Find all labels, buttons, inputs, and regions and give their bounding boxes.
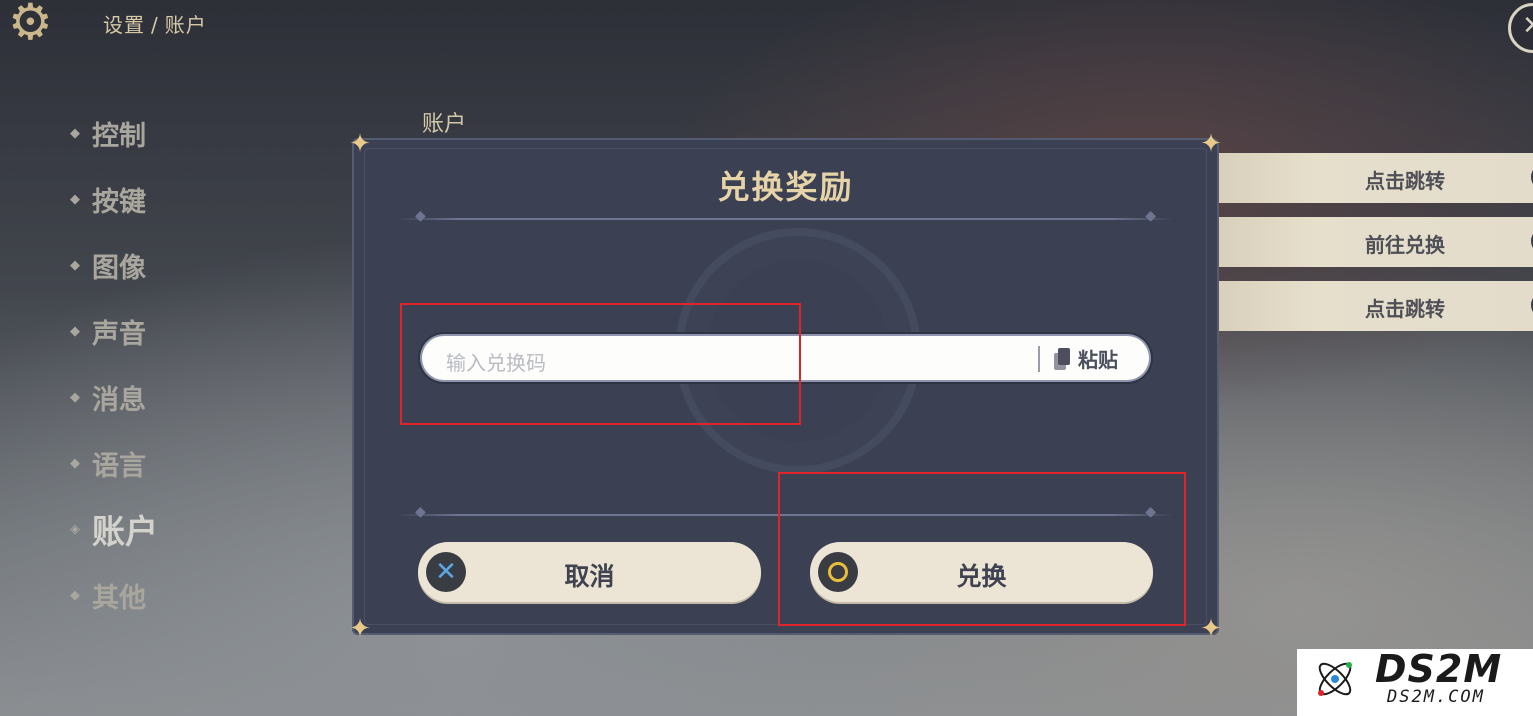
sidebar-item-label: 消息 — [92, 384, 146, 416]
highlight-box-input — [400, 303, 801, 425]
corner-ornament-icon: ✦ — [1200, 614, 1222, 644]
breadcrumb-current: 账户 — [164, 13, 207, 37]
close-icon: ✕ — [1522, 11, 1533, 41]
sidebar-item-label: 账户 — [92, 512, 158, 551]
sidebar-item-account[interactable]: ◈ 账户 — [70, 496, 158, 562]
breadcrumb-root[interactable]: 设置 — [103, 13, 145, 37]
sidebar-item-label: 图像 — [92, 252, 146, 284]
diamond-bullet-icon: ◆ — [70, 257, 80, 273]
divider — [397, 208, 1174, 224]
watermark-domain: DS2M.COM — [1387, 687, 1485, 707]
sidebar-item-label: 语言 — [92, 450, 146, 482]
corner-ornament-icon: ✦ — [1200, 129, 1222, 159]
clipboard-icon — [1054, 347, 1070, 370]
row-action-label: 前往兑换 — [1365, 233, 1445, 257]
paste-button[interactable]: 粘贴 — [1054, 344, 1118, 373]
cancel-label: 取消 — [564, 562, 615, 591]
diamond-bullet-icon: ◈ — [70, 521, 80, 537]
dialog-title: 兑换奖励 — [717, 168, 854, 206]
paste-label: 粘贴 — [1078, 348, 1118, 372]
sidebar-item-messages[interactable]: ◆ 消息 — [70, 364, 158, 430]
diamond-bullet-icon: ◆ — [70, 191, 80, 207]
sidebar-item-keybinds[interactable]: ◆ 按键 — [70, 166, 158, 232]
breadcrumb-separator: / — [151, 13, 159, 37]
diamond-bullet-icon: ◆ — [70, 587, 80, 603]
diamond-bullet-icon: ◆ — [70, 389, 80, 405]
sidebar-item-label: 按键 — [92, 186, 146, 218]
settings-sidebar: ◆ 控制 ◆ 按键 ◆ 图像 ◆ 声音 ◆ 消息 ◆ 语言 ◈ 账户 ◆ 其他 — [70, 100, 158, 628]
highlight-box-redeem — [778, 472, 1186, 626]
corner-ornament-icon: ✦ — [349, 614, 371, 644]
sidebar-item-label: 声音 — [92, 318, 146, 350]
account-row-redeem[interactable]: 前往兑换 — [1215, 217, 1533, 267]
section-title: 账户 — [422, 112, 467, 137]
row-action-label: 点击跳转 — [1365, 169, 1445, 193]
settings-gear-icon: ⚙ — [8, 0, 53, 51]
breadcrumb: 设置 / 账户 — [103, 9, 207, 38]
sidebar-item-other[interactable]: ◆ 其他 — [70, 562, 158, 628]
row-action-label: 点击跳转 — [1365, 297, 1445, 321]
diamond-bullet-icon: ◆ — [70, 455, 80, 471]
diamond-bullet-icon: ◆ — [70, 125, 80, 141]
account-row-link[interactable]: 点击跳转 — [1215, 281, 1533, 331]
site-watermark: DS2M DS2M.COM — [1297, 647, 1533, 716]
sidebar-item-controls[interactable]: ◆ 控制 — [70, 100, 158, 166]
sidebar-item-graphics[interactable]: ◆ 图像 — [70, 232, 158, 298]
sidebar-item-language[interactable]: ◆ 语言 — [70, 430, 158, 496]
corner-ornament-icon: ✦ — [349, 129, 371, 159]
watermark-brand: DS2M — [1375, 647, 1503, 691]
atom-logo-icon — [1318, 662, 1352, 696]
cancel-button[interactable]: ✕ 取消 — [418, 542, 761, 602]
sidebar-item-audio[interactable]: ◆ 声音 — [70, 298, 158, 364]
account-row-link[interactable]: 点击跳转 — [1215, 153, 1533, 203]
input-separator — [1038, 346, 1040, 372]
diamond-bullet-icon: ◆ — [70, 323, 80, 339]
sidebar-item-label: 控制 — [92, 120, 146, 152]
sidebar-item-label: 其他 — [92, 582, 146, 614]
